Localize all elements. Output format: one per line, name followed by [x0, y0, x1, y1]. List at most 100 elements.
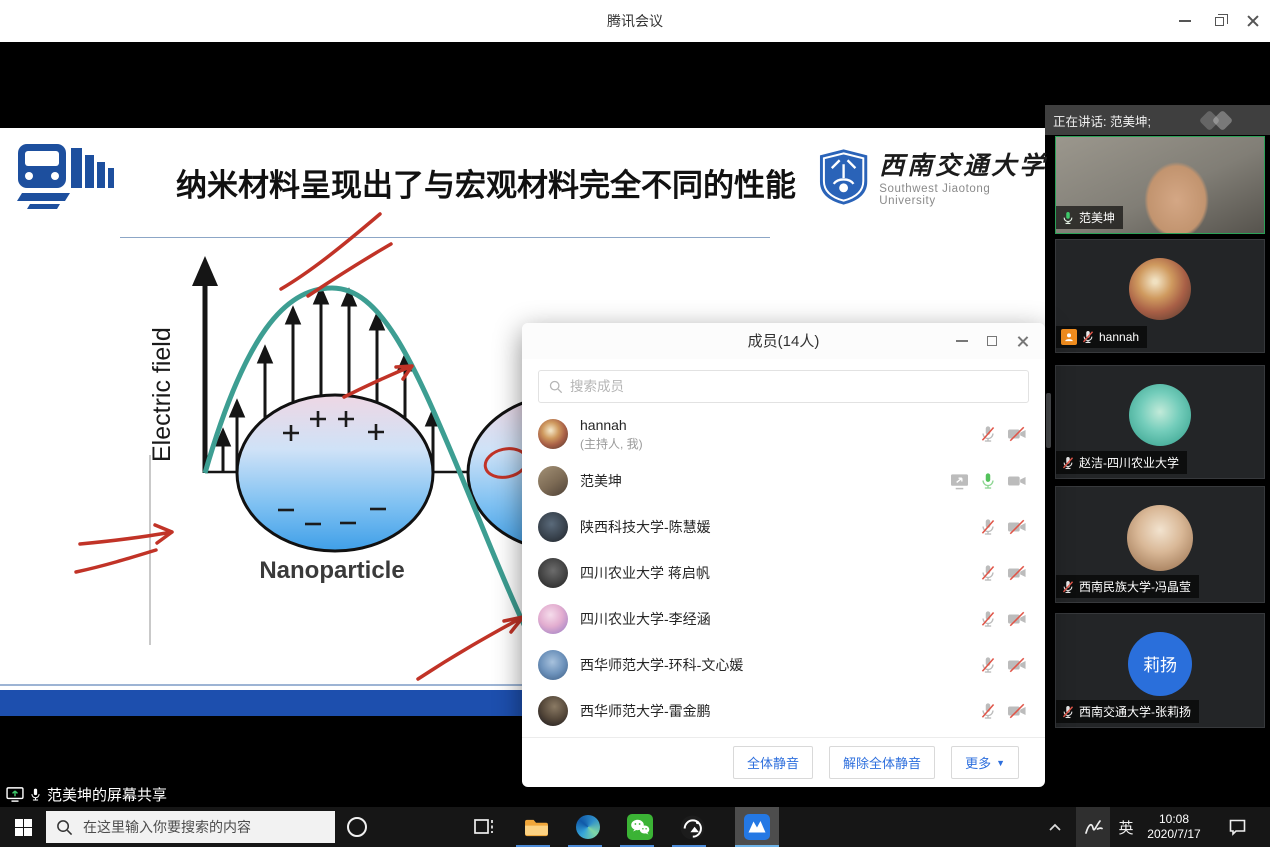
windows-logo-icon	[15, 819, 32, 836]
member-row-fanmeikun[interactable]: 范美坤	[538, 458, 1029, 504]
camera-muted-icon[interactable]	[1007, 518, 1027, 536]
restore-icon	[1215, 17, 1224, 26]
members-panel-titlebar[interactable]: 成员(14人)	[522, 323, 1045, 359]
avatar	[538, 696, 568, 726]
mic-on-icon[interactable]	[979, 472, 997, 490]
avatar: 莉扬	[1128, 632, 1192, 696]
member-row-chenhuiyuan[interactable]: 陕西科技大学-陈慧媛	[538, 504, 1029, 550]
panel-minimize-button[interactable]	[947, 323, 977, 359]
university-logo: 西南交通大学 Southwest Jiaotong University	[818, 146, 1048, 207]
search-icon	[549, 380, 563, 394]
speaking-text: 正在讲话: 范美坤;	[1045, 111, 1151, 130]
mic-muted-icon	[1061, 705, 1075, 719]
avatar	[538, 419, 568, 449]
language-label: 英	[1118, 817, 1133, 838]
video-tile-zhangliyang[interactable]: 莉扬 西南交通大学-张莉扬	[1056, 614, 1264, 727]
camera-muted-icon[interactable]	[1007, 610, 1027, 628]
member-role: (主持人, 我)	[580, 435, 979, 452]
search-icon	[56, 819, 73, 836]
member-list: hannah (主持人, 我) 范美坤 陕西科技大学	[538, 410, 1029, 736]
close-icon	[1017, 336, 1028, 347]
maximize-icon	[987, 336, 997, 346]
mic-muted-icon[interactable]	[979, 656, 997, 674]
avatar	[538, 512, 568, 542]
member-row-wenxinyuan[interactable]: 西华师范大学-环科-文心媛	[538, 642, 1029, 688]
video-tile-hannah[interactable]: hannah	[1056, 240, 1264, 352]
member-name: 四川农业大学 蒋启帆	[580, 563, 979, 583]
start-button[interactable]	[0, 807, 46, 847]
more-label: 更多	[965, 753, 991, 772]
mic-muted-icon[interactable]	[979, 518, 997, 536]
camera-muted-icon[interactable]	[1007, 425, 1027, 443]
video-tile-fengjingying[interactable]: 西南民族大学-冯晶莹	[1056, 487, 1264, 602]
taskbar-clock[interactable]: 10:08 2020/7/17	[1142, 807, 1206, 847]
participant-name: hannah	[1099, 330, 1139, 344]
university-name-cn: 西南交通大学	[879, 146, 1048, 182]
screen-sharing-icon[interactable]	[950, 473, 969, 490]
close-button[interactable]	[1236, 0, 1270, 42]
avatar	[538, 604, 568, 634]
close-icon	[1247, 15, 1259, 27]
action-center-button[interactable]	[1220, 807, 1254, 847]
mic-muted-icon[interactable]	[979, 610, 997, 628]
camera-muted-icon[interactable]	[1007, 564, 1027, 582]
edge-icon	[576, 815, 600, 839]
unmute-all-button[interactable]: 解除全体静音	[829, 746, 935, 779]
sidebar-scrollbar[interactable]	[1046, 393, 1051, 448]
minimize-button[interactable]	[1168, 0, 1202, 42]
member-row-jiangqifan[interactable]: 四川农业大学 蒋启帆	[538, 550, 1029, 596]
mic-muted-icon[interactable]	[979, 425, 997, 443]
taskbar-search-input[interactable]	[83, 819, 313, 835]
share-status-text: 范美坤的屏幕共享	[47, 784, 167, 805]
university-name-en: Southwest Jiaotong University	[879, 183, 1048, 207]
camera-off-icon[interactable]	[1007, 472, 1027, 490]
edge-browser-button[interactable]	[565, 807, 611, 847]
tray-expand-button[interactable]	[1040, 807, 1070, 847]
member-name: 西华师范大学-雷金鹏	[580, 701, 979, 721]
slide-title: 纳米材料呈现出了与宏观材料完全不同的性能	[176, 160, 816, 205]
photos-app-button[interactable]	[669, 807, 715, 847]
wechat-button[interactable]	[617, 807, 663, 847]
tile-label: 西南交通大学-张莉扬	[1056, 700, 1199, 723]
pen-icon	[1083, 818, 1103, 836]
panel-close-button[interactable]	[1007, 323, 1037, 359]
avatar	[1127, 505, 1193, 571]
mic-muted-icon[interactable]	[979, 702, 997, 720]
video-tile-fanmeikun[interactable]: 范美坤	[1056, 137, 1264, 233]
mute-all-button[interactable]: 全体静音	[733, 746, 813, 779]
participant-name: 西南民族大学-冯晶莹	[1079, 578, 1191, 595]
member-name: hannah	[580, 417, 979, 433]
task-view-button[interactable]	[461, 807, 507, 847]
file-explorer-button[interactable]	[513, 807, 559, 847]
nanoparticle-label: Nanoparticle	[259, 557, 404, 584]
share-status-bar: 范美坤的屏幕共享	[6, 784, 167, 805]
taskbar-search-box[interactable]	[46, 811, 335, 843]
mic-icon	[29, 787, 42, 802]
camera-muted-icon[interactable]	[1007, 702, 1027, 720]
member-row-leijinpeng[interactable]: 西华师范大学-雷金鹏	[538, 688, 1029, 734]
panel-maximize-button[interactable]	[977, 323, 1007, 359]
video-tile-zhaojie[interactable]: 赵洁-四川农业大学	[1056, 366, 1264, 478]
wechat-icon	[627, 814, 653, 840]
member-row-hannah[interactable]: hannah (主持人, 我)	[538, 410, 1029, 458]
tencent-meeting-button[interactable]	[734, 807, 780, 847]
member-search-input[interactable]	[570, 379, 1018, 394]
mic-muted-icon[interactable]	[979, 564, 997, 582]
chevron-down-icon: ▼	[996, 758, 1005, 768]
input-language-indicator[interactable]: 英	[1112, 807, 1140, 847]
more-button[interactable]: 更多 ▼	[951, 746, 1019, 779]
avatar	[1129, 258, 1191, 320]
member-row-lijinghan[interactable]: 四川农业大学-李经涵	[538, 596, 1029, 642]
restore-button[interactable]	[1202, 0, 1236, 42]
titlebar: 腾讯会议	[0, 0, 1270, 42]
member-search-box[interactable]	[538, 370, 1029, 403]
camera-muted-icon[interactable]	[1007, 656, 1027, 674]
task-view-icon	[473, 817, 495, 837]
windows-ink-button[interactable]	[1076, 807, 1110, 847]
participant-name: 赵洁-四川农业大学	[1079, 454, 1179, 471]
tile-label: hannah	[1056, 326, 1147, 348]
cortana-icon	[347, 817, 367, 837]
cortana-button[interactable]	[334, 807, 380, 847]
speaking-banner: 正在讲话: 范美坤;	[1045, 105, 1270, 135]
member-name: 西华师范大学-环科-文心媛	[580, 655, 979, 675]
